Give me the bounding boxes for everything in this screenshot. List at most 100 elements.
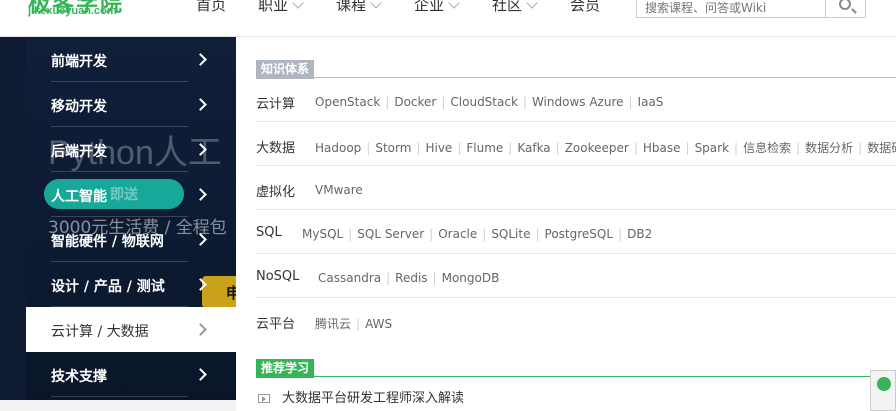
link-separator: | — [858, 141, 863, 155]
row-category: 云计算 — [256, 97, 296, 112]
chevron-right-icon — [194, 188, 207, 201]
chevron-right-icon — [194, 368, 207, 381]
link-separator: | — [522, 95, 527, 109]
banner-edge — [0, 37, 26, 400]
search-button[interactable] — [825, 0, 865, 18]
menu-item-design-product-test[interactable]: 设计 / 产品 / 测试 — [26, 262, 236, 307]
topic-link[interactable]: Windows Azure — [532, 95, 624, 109]
link-separator: | — [386, 271, 391, 285]
nav-label: 课程 — [336, 0, 367, 14]
topic-link[interactable]: Hadoop — [315, 141, 361, 155]
site-logo-domain[interactable]: jikexueyuan.com — [28, 5, 117, 17]
link-separator: | — [508, 141, 513, 155]
nav-enterprise[interactable]: 企业 — [414, 0, 460, 15]
topic-link[interactable]: CloudStack — [450, 95, 518, 109]
menu-item-hardware-iot[interactable]: 智能硬件 / 物联网 — [26, 217, 236, 262]
link-separator: | — [356, 317, 361, 331]
category-menu: 前端开发 移动开发 后端开发 人工智能 智能硬件 / 物联网 设计 / 产品 /… — [26, 37, 236, 397]
menu-item-label: 移动开发 — [51, 99, 107, 115]
chevron-down-icon — [292, 0, 304, 9]
topic-link[interactable]: Oracle — [438, 227, 477, 241]
topic-link[interactable]: 数据分析 — [805, 141, 853, 155]
topic-link[interactable]: Flume — [466, 141, 503, 155]
topic-link[interactable]: MongoDB — [442, 271, 500, 285]
topic-link[interactable]: 数据研发 — [867, 141, 896, 155]
topic-link[interactable]: Redis — [395, 271, 427, 285]
topic-link[interactable]: VMware — [315, 183, 363, 197]
chevron-down-icon — [370, 0, 382, 9]
menu-item-tech-support[interactable]: 技术支撑 — [26, 352, 236, 397]
link-separator: | — [429, 227, 434, 241]
search-box — [636, 0, 866, 18]
menu-item-label: 云计算 / 大数据 — [51, 324, 149, 340]
chevron-down-icon — [526, 0, 538, 9]
knowledge-row: NoSQL Cassandra | Redis | MongoDB — [256, 254, 896, 298]
menu-item-cloud-bigdata[interactable]: 云计算 / 大数据 — [26, 307, 236, 352]
knowledge-row: 大数据 Hadoop | Storm | Hive | Flume | Kafka | Zookee… — [256, 122, 896, 166]
nav-community[interactable]: 社区 — [492, 0, 538, 15]
topic-link[interactable]: Zookeeper — [565, 141, 629, 155]
knowledge-row: SQL MySQL | SQL Server | Oracle | SQLite | Postg… — [256, 210, 896, 254]
row-category: 大数据 — [256, 141, 296, 156]
topic-link[interactable]: SQL Server — [357, 227, 424, 241]
topic-link[interactable]: OpenStack — [315, 95, 380, 109]
menu-item-ai[interactable]: 人工智能 — [26, 172, 236, 217]
menu-item-mobile[interactable]: 移动开发 — [26, 82, 236, 127]
row-links: MySQL | SQL Server | Oracle | SQLite | PostgreSQ… — [302, 227, 652, 241]
topic-link[interactable]: Docker — [394, 95, 436, 109]
knowledge-row: 虚拟化 VMware — [256, 166, 896, 210]
topic-link[interactable]: Hive — [425, 141, 452, 155]
nav-membership[interactable]: 会员 — [570, 0, 600, 15]
topic-link[interactable]: MySQL — [302, 227, 343, 241]
row-links: VMware — [315, 183, 363, 197]
floating-widget[interactable] — [870, 370, 896, 411]
nav-label: 首页 — [196, 0, 227, 14]
topic-link[interactable]: Storm — [375, 141, 411, 155]
row-links: Cassandra | Redis | MongoDB — [318, 271, 499, 285]
nav-career[interactable]: 职业 — [258, 0, 304, 15]
nav-label: 社区 — [492, 0, 523, 14]
topic-link[interactable]: Kafka — [517, 141, 550, 155]
topic-link[interactable]: DB2 — [627, 227, 652, 241]
menu-item-frontend[interactable]: 前端开发 — [26, 37, 236, 82]
nav-home[interactable]: 首页 — [196, 0, 226, 15]
link-separator: | — [366, 141, 371, 155]
recommended-course-title: 大数据平台研发工程师深入解读 — [282, 391, 465, 406]
row-links: 腾讯云 | AWS — [315, 315, 392, 332]
topic-link[interactable]: PostgreSQL — [545, 227, 614, 241]
knowledge-row: 云平台 腾讯云 | AWS — [256, 298, 896, 342]
row-category: SQL — [256, 225, 282, 240]
topic-link[interactable]: 信息检索 — [743, 141, 791, 155]
link-separator: | — [734, 141, 739, 155]
link-separator: | — [796, 141, 801, 155]
chevron-right-icon — [194, 233, 207, 246]
row-links: Hadoop | Storm | Hive | Flume | Kafka | Zookeeper |… — [315, 139, 896, 156]
link-separator: | — [416, 141, 421, 155]
link-separator: | — [432, 271, 437, 285]
menu-item-label: 智能硬件 / 物联网 — [51, 234, 164, 250]
nav-courses[interactable]: 课程 — [336, 0, 382, 15]
link-separator: | — [441, 95, 446, 109]
chevron-right-icon — [194, 323, 207, 336]
video-icon — [258, 394, 270, 403]
menu-item-label: 技术支撑 — [51, 369, 107, 385]
topic-link[interactable]: 腾讯云 — [315, 317, 351, 331]
menu-item-label: 后端开发 — [51, 144, 107, 160]
topic-link[interactable]: Cassandra — [318, 271, 381, 285]
chevron-down-icon — [448, 0, 460, 9]
topic-link[interactable]: Spark — [695, 141, 729, 155]
topic-link[interactable]: AWS — [365, 317, 392, 331]
recommended-course-link[interactable]: 大数据平台研发工程师深入解读 — [258, 387, 464, 406]
topic-link[interactable]: Hbase — [643, 141, 681, 155]
topic-link[interactable]: IaaS — [638, 95, 664, 109]
link-separator: | — [457, 141, 462, 155]
link-separator: | — [535, 227, 540, 241]
search-input[interactable] — [637, 0, 827, 18]
topic-link[interactable]: SQLite — [491, 227, 530, 241]
row-category: 虚拟化 — [256, 185, 296, 200]
nav-label: 职业 — [258, 0, 289, 14]
recommend-section-header: 推荐学习 — [256, 357, 896, 378]
chevron-right-icon — [194, 53, 207, 66]
menu-item-backend[interactable]: 后端开发 — [26, 127, 236, 172]
link-separator: | — [685, 141, 690, 155]
